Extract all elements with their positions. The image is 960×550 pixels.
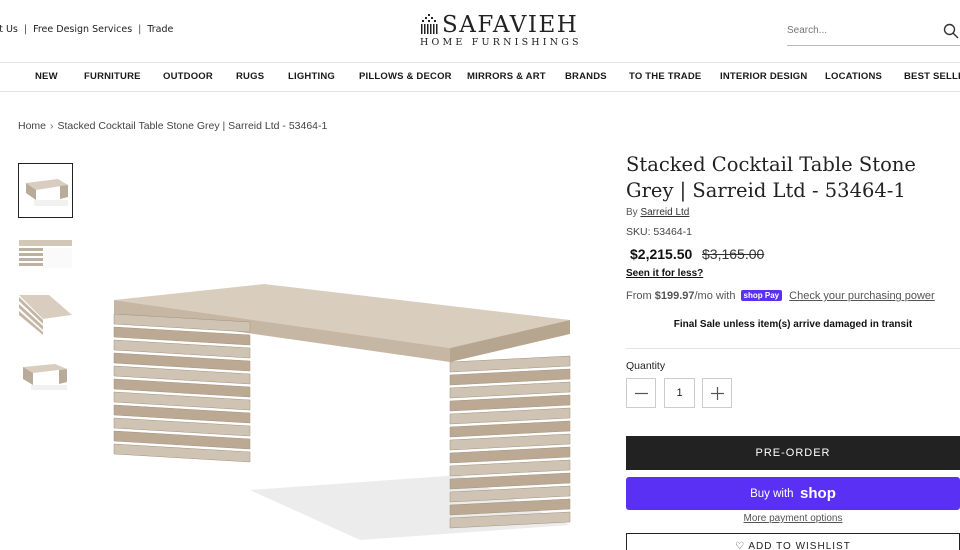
divider (626, 348, 960, 349)
separator: | (23, 24, 28, 35)
free-design-services-link[interactable]: Free Design Services (33, 24, 132, 35)
product-thumbnail[interactable] (18, 350, 73, 405)
header: ct Us | Free Design Services | Trade SAFAVIE… (0, 0, 960, 62)
product-title: Stacked Cocktail Table Stone Grey | Sarr… (626, 153, 916, 202)
left-leg-slats (113, 313, 251, 463)
add-to-wishlist-button[interactable]: ♡ ADD TO WISHLIST (626, 533, 960, 550)
plus-icon (711, 387, 724, 400)
final-sale-notice: Final Sale unless item(s) arrive damaged… (673, 319, 913, 330)
buy-with-label: Buy with (750, 488, 794, 500)
quantity-increase-button[interactable] (702, 378, 732, 408)
search-icon[interactable] (943, 23, 959, 39)
nav-item-outdoor[interactable]: OUTDOOR (163, 71, 213, 82)
breadcrumb-current: Stacked Cocktail Table Stone Grey | Sarr… (57, 120, 328, 132)
brand-link[interactable]: Sarreid Ltd (640, 207, 689, 218)
wishlist-label: ADD TO WISHLIST (748, 541, 851, 550)
nav-item-to-the-trade[interactable]: TO THE TRADE (629, 71, 701, 82)
sale-price: $2,215.50 (630, 246, 693, 262)
main-nav: NEW FURNITURE OUTDOOR RUGS LIGHTING PILL… (0, 62, 960, 92)
logo-brand-text: SAFAVIEH (442, 12, 579, 38)
product-main-image[interactable] (100, 270, 590, 540)
nav-item-best-sellers[interactable]: BEST SELLERS (904, 71, 960, 82)
nav-item-interior-design[interactable]: INTERIOR DESIGN (720, 71, 807, 82)
heart-icon: ♡ (735, 541, 746, 550)
by-prefix: By (626, 207, 638, 218)
pre-order-button[interactable]: PRE-ORDER (626, 436, 960, 470)
chevron-right-icon: › (50, 120, 54, 132)
product-thumbnail[interactable] (18, 163, 73, 218)
contact-us-link[interactable]: ct Us (0, 24, 18, 35)
brand-line: By Sarreid Ltd (626, 207, 689, 218)
nav-item-pillows-decor[interactable]: PILLOWS & DECOR (359, 71, 452, 82)
nav-item-mirrors-art[interactable]: MIRRORS & ART (467, 71, 546, 82)
search-input[interactable] (787, 18, 927, 43)
thumbnail-image (19, 295, 72, 335)
nav-item-rugs[interactable]: RUGS (236, 71, 264, 82)
seen-it-for-less-link[interactable]: Seen it for less? (626, 268, 703, 279)
check-purchasing-power-link[interactable]: Check your purchasing power (789, 290, 935, 302)
nav-item-furniture[interactable]: FURNITURE (84, 71, 141, 82)
installment-amount: $199.97 (654, 290, 695, 302)
minus-icon (635, 392, 648, 395)
product-thumbnail[interactable] (18, 288, 73, 343)
compare-price: $3,165.00 (702, 246, 765, 262)
logo-subtitle: HOME FURNISHINGS (420, 37, 582, 48)
thumbnail-image (26, 179, 68, 206)
installment-info: From $199.97/mo with shop Pay Check your… (626, 290, 935, 302)
nav-item-locations[interactable]: LOCATIONS (825, 71, 882, 82)
shop-logo-text: shop (800, 485, 836, 502)
nav-item-brands[interactable]: BRANDS (565, 71, 607, 82)
utility-links: ct Us | Free Design Services | Trade (0, 24, 173, 35)
thumbnail-image (19, 240, 72, 268)
safavieh-logo[interactable]: SAFAVIEH HOME FURNISHINGS (418, 10, 588, 52)
more-payment-options-link[interactable]: More payment options (626, 513, 960, 524)
buy-with-shop-button[interactable]: Buy with shop (626, 477, 960, 510)
quantity-label: Quantity (626, 360, 666, 372)
product-sku: SKU: 53464-1 (626, 226, 692, 238)
product-thumbnail[interactable] (18, 225, 73, 280)
nav-item-lighting[interactable]: LIGHTING (288, 71, 335, 82)
logo-mark-icon (421, 14, 438, 34)
breadcrumb-home[interactable]: Home (18, 120, 46, 132)
quantity-input[interactable]: 1 (664, 378, 695, 408)
installment-suffix: /mo with (694, 290, 736, 302)
quantity-decrease-button[interactable] (626, 378, 656, 408)
breadcrumb: Home › Stacked Cocktail Table Stone Grey |… (18, 120, 327, 132)
nav-item-new[interactable]: NEW (35, 71, 58, 82)
shop-pay-badge: shop Pay (740, 290, 783, 301)
thumbnail-image (23, 364, 67, 390)
separator: | (138, 24, 142, 35)
search-box (787, 18, 960, 46)
installment-prefix: From (626, 290, 652, 302)
trade-link[interactable]: Trade (147, 24, 173, 35)
